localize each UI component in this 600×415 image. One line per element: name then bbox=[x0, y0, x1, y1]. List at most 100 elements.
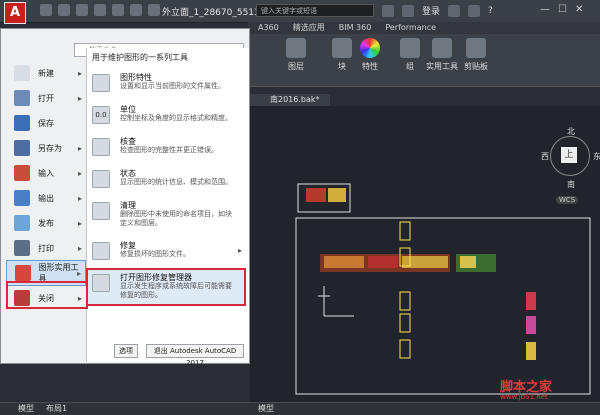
ribbon-group-block[interactable]: 块 bbox=[332, 38, 352, 72]
viewcube-west: 西 bbox=[541, 152, 549, 161]
window-controls: — ☐ ✕ bbox=[540, 4, 583, 15]
wcs-menu[interactable]: WCS bbox=[556, 196, 579, 204]
chevron-right-icon: ▸ bbox=[77, 68, 82, 78]
chevron-right-icon: ▸ bbox=[237, 246, 242, 255]
open-icon[interactable] bbox=[58, 4, 70, 16]
tool-description: 显示发生程序或系统故障后可能需要修复的图形。 bbox=[120, 282, 232, 299]
menu-item-label: 保存 bbox=[38, 118, 54, 128]
menu-item-3[interactable]: 另存为 ▸ bbox=[6, 135, 86, 161]
tool-icon bbox=[92, 138, 110, 156]
menu-item-icon bbox=[14, 190, 30, 206]
minimize-icon[interactable]: — bbox=[540, 4, 550, 15]
ribbon-tabs: A360 精选应用 BIM 360 Performance bbox=[248, 22, 600, 34]
status-bar: 模型 布局1 模型 bbox=[0, 402, 600, 415]
search-input[interactable]: 键入关键字或短语 bbox=[256, 4, 374, 17]
layers-icon bbox=[286, 38, 306, 58]
tab-performance[interactable]: Performance bbox=[385, 22, 436, 34]
tool-icon bbox=[92, 274, 110, 292]
model-status[interactable]: 模型 bbox=[258, 403, 274, 415]
tool-icon bbox=[92, 242, 110, 260]
tool-description: 显示图形的统计信息、模式和范围。 bbox=[120, 178, 232, 186]
file-tab[interactable]: 南2016.bak* bbox=[250, 94, 330, 106]
ribbon-group-utilities[interactable]: 实用工具 bbox=[426, 38, 458, 72]
menu-item-2[interactable]: 保存 bbox=[6, 110, 86, 136]
maximize-icon[interactable]: ☐ bbox=[558, 4, 567, 15]
menu-item-label: 新建 bbox=[38, 68, 54, 78]
menu-item-icon bbox=[14, 65, 30, 81]
saveas-icon[interactable] bbox=[94, 4, 106, 16]
chevron-right-icon: ▸ bbox=[77, 243, 82, 253]
calculator-icon bbox=[432, 38, 452, 58]
plot-icon[interactable] bbox=[112, 4, 124, 16]
chevron-right-icon: ▸ bbox=[77, 93, 82, 103]
menu-item-4[interactable]: 输入 ▸ bbox=[6, 160, 86, 186]
menu-item-0[interactable]: 新建 ▸ bbox=[6, 60, 86, 86]
group-icon bbox=[400, 38, 420, 58]
document-title: 外立面_1_28670_5513... bbox=[162, 8, 269, 18]
menu-item-label: 打印 bbox=[38, 243, 54, 253]
menu-item-icon bbox=[14, 90, 30, 106]
viewcube-east: 东 bbox=[593, 152, 600, 161]
options-button[interactable]: 选项 bbox=[114, 344, 138, 358]
tool-icon bbox=[92, 202, 110, 220]
chevron-right-icon: ▸ bbox=[77, 168, 82, 178]
menu-item-7[interactable]: 打印 ▸ bbox=[6, 235, 86, 261]
block-icon bbox=[332, 38, 352, 58]
ribbon-group-groups[interactable]: 组 bbox=[400, 38, 420, 72]
chevron-right-icon: ▸ bbox=[77, 218, 82, 228]
menu-item-label: 输出 bbox=[38, 193, 54, 203]
menu-item-5[interactable]: 输出 ▸ bbox=[6, 185, 86, 211]
menu-item-label: 发布 bbox=[38, 218, 54, 228]
menu-item-icon bbox=[14, 165, 30, 181]
menu-item-label: 输入 bbox=[38, 168, 54, 178]
menu-item-icon bbox=[14, 140, 30, 156]
a360-icon[interactable] bbox=[468, 4, 481, 17]
tool-description: 修复损坏的图形文件。 bbox=[120, 250, 190, 258]
undo-icon[interactable] bbox=[130, 4, 142, 16]
tab-model[interactable]: 模型 bbox=[18, 403, 34, 415]
redo-icon[interactable] bbox=[148, 4, 160, 16]
tab-featured-apps[interactable]: 精选应用 bbox=[293, 22, 325, 34]
menu-right-panel bbox=[86, 48, 249, 362]
search-icon[interactable] bbox=[382, 4, 394, 17]
menu-item-icon bbox=[15, 265, 31, 281]
menu-item-icon bbox=[14, 115, 30, 131]
menu-item-icon bbox=[14, 215, 30, 231]
exit-button[interactable]: 退出 Autodesk AutoCAD 2017 bbox=[146, 344, 244, 367]
quick-access-toolbar bbox=[40, 4, 160, 18]
tool-icon bbox=[92, 170, 110, 188]
viewcube-south: 南 bbox=[567, 180, 575, 189]
save-icon[interactable] bbox=[76, 4, 88, 16]
tool-icon bbox=[92, 74, 110, 92]
login-link[interactable]: 登录 bbox=[422, 4, 440, 17]
panel-header: 用于维护图形的一系列工具 bbox=[92, 53, 188, 62]
color-wheel-icon bbox=[360, 38, 380, 58]
tab-a360[interactable]: A360 bbox=[258, 22, 279, 34]
ribbon-group-clipboard[interactable]: 剪贴板 bbox=[464, 38, 488, 72]
chevron-right-icon: ▸ bbox=[77, 143, 82, 153]
viewcube-top[interactable]: 上 bbox=[561, 147, 577, 163]
tab-bim360[interactable]: BIM 360 bbox=[339, 22, 372, 34]
tab-layout1[interactable]: 布局1 bbox=[46, 403, 67, 415]
viewcube[interactable]: 北 南 西 东 上 bbox=[541, 127, 600, 189]
ribbon-group-layers[interactable]: 图层 bbox=[286, 38, 306, 72]
viewcube-north: 北 bbox=[567, 127, 575, 136]
new-icon[interactable] bbox=[40, 4, 52, 16]
menu-item-icon bbox=[14, 240, 30, 256]
ribbon-group-properties[interactable]: 特性 bbox=[360, 38, 380, 72]
menu-item-6[interactable]: 发布 ▸ bbox=[6, 210, 86, 236]
close-icon[interactable]: ✕ bbox=[575, 4, 583, 15]
ribbon-panel: 图层 块 特性 组 实用工具 剪贴板 bbox=[248, 34, 600, 87]
selected-left-highlight bbox=[6, 281, 88, 309]
chevron-right-icon: ▸ bbox=[77, 193, 82, 203]
account-area: 登录 ? bbox=[382, 4, 493, 17]
menu-item-1[interactable]: 打开 ▸ bbox=[6, 85, 86, 111]
drawing-canvas[interactable]: 北 南 西 东 上 WCS bbox=[250, 106, 600, 402]
user-icon[interactable] bbox=[402, 4, 414, 17]
application-menu-button[interactable]: A bbox=[4, 2, 26, 24]
tool-description: 设置和显示当前图形的文件属性。 bbox=[120, 82, 225, 90]
clipboard-icon bbox=[466, 38, 486, 58]
exchange-icon[interactable] bbox=[448, 4, 461, 17]
help-button[interactable]: ? bbox=[488, 6, 493, 16]
tool-description: 检查图形的完整性并更正错误。 bbox=[120, 146, 218, 154]
